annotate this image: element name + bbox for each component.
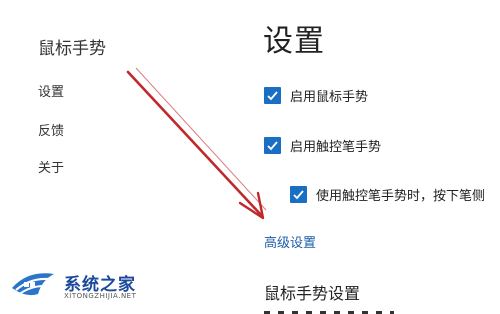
- enable-pen-gestures-label: 启用触控笔手势: [290, 140, 382, 155]
- mouse-gesture-settings-heading: 鼠标手势设置: [264, 284, 361, 303]
- pen-side-button-checkbox[interactable]: [290, 186, 307, 203]
- enable-mouse-gestures-option[interactable]: 启用鼠标手势: [264, 86, 368, 105]
- watermark-subtitle: XITONGZHIJIA.NET: [64, 292, 137, 300]
- advanced-settings-link[interactable]: 高级设置: [264, 232, 316, 251]
- pen-side-button-option[interactable]: 使用触控笔手势时，按下笔侧: [290, 185, 485, 204]
- enable-mouse-gestures-label: 启用鼠标手势: [290, 90, 369, 105]
- nav-item-about[interactable]: 关于: [38, 157, 64, 176]
- nav-item-feedback[interactable]: 反馈: [38, 120, 64, 139]
- checkmark-icon: [267, 91, 278, 101]
- enable-pen-gestures-checkbox[interactable]: [264, 137, 281, 154]
- app-window: 鼠标手势 设置 反馈 关于 设置 启用鼠标手势 启用触控笔手势 使用触控笔手势时…: [0, 0, 500, 314]
- enable-pen-gestures-option[interactable]: 启用触控笔手势: [264, 136, 381, 155]
- nav-item-settings[interactable]: 设置: [38, 81, 64, 100]
- cropped-content: [264, 307, 394, 314]
- watermark-logo-icon: [12, 273, 54, 296]
- checkmark-icon: [293, 190, 304, 200]
- checkmark-icon: [267, 141, 278, 151]
- watermark: 系统之家 XITONGZHIJIA.NET: [8, 264, 158, 308]
- page-title: 设置: [263, 24, 325, 59]
- pen-side-button-label: 使用触控笔手势时，按下笔侧: [316, 189, 486, 204]
- enable-mouse-gestures-checkbox[interactable]: [264, 87, 281, 104]
- app-title: 鼠标手势: [38, 39, 106, 59]
